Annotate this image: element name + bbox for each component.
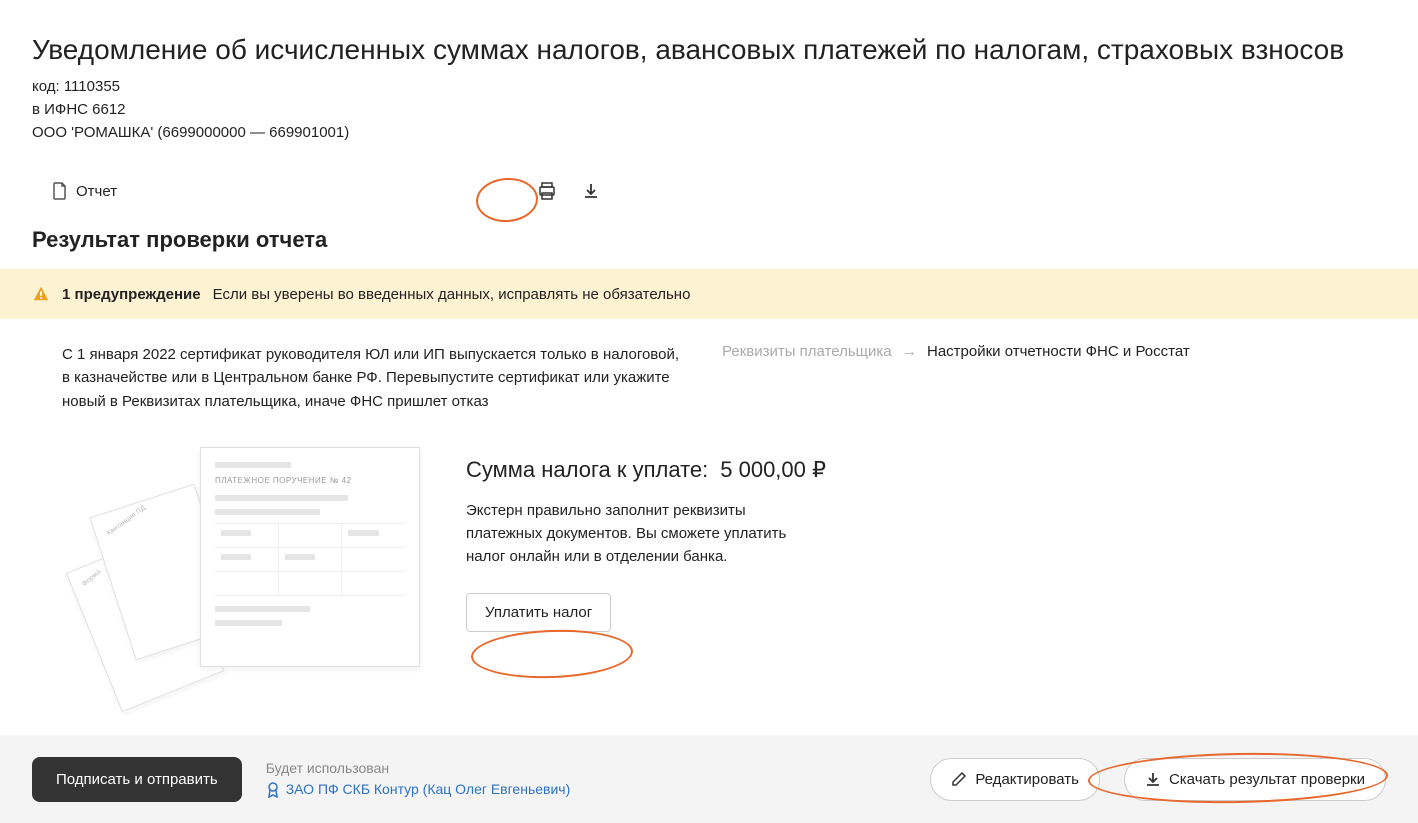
doc-illustration-title: ПЛАТЕЖНОЕ ПОРУЧЕНИЕ № 42 [215,476,405,485]
section-title: Результат проверки отчета [0,227,1418,269]
warning-count: 1 предупреждение [62,286,201,303]
page-title: Уведомление об исчисленных суммах налого… [32,34,1386,66]
page-header: Уведомление об исчисленных суммах налого… [0,0,1418,167]
print-button[interactable] [531,175,563,207]
certificate-block: Будет использован ЗАО ПФ СКБ Контур (Кац… [266,758,571,800]
submit-button[interactable]: Подписать и отправить [32,757,242,802]
download-button[interactable] [575,175,607,207]
payment-description: Экстерн правильно заполнит реквизиты пла… [466,499,806,569]
certificate-icon [266,782,280,798]
report-label: Отчет [76,183,117,200]
payment-amount: 5 000,00 ₽ [720,457,826,483]
download-result-button[interactable]: Скачать результат проверки [1124,758,1386,801]
certificate-label: Будет использован [266,758,571,779]
documents-illustration: Форма Квитанция ПД ПЛАТЕЖНОЕ ПОРУЧЕНИЕ №… [80,447,440,667]
dest-line: в ИФНС 6612 [32,101,1386,118]
org-line: ООО 'РОМАШКА' (6699000000 — 669901001) [32,124,1386,141]
code-line: код: 1110355 [32,78,1386,95]
download-icon [582,182,600,200]
payment-label: Сумма налога к уплате: [466,457,708,483]
info-text: С 1 января 2022 сертификат руководителя … [62,343,682,413]
breadcrumb: Реквизиты плательщика → Настройки отчетн… [722,343,1190,413]
print-icon [537,181,557,201]
payment-section: Форма Квитанция ПД ПЛАТЕЖНОЕ ПОРУЧЕНИЕ №… [0,437,1418,677]
report-link[interactable]: Отчет [52,182,117,200]
edit-button[interactable]: Редактировать [930,758,1100,801]
pay-tax-button[interactable]: Уплатить налог [466,593,611,632]
pencil-icon [951,771,967,787]
warning-icon [32,285,50,303]
warning-bar: 1 предупреждение Если вы уверены во введ… [0,269,1418,319]
certificate-link[interactable]: ЗАО ПФ СКБ Контур (Кац Олег Евгеньевич) [266,779,571,800]
toolbar: Отчет [0,167,1418,227]
footer-bar: Подписать и отправить Будет использован … [0,735,1418,823]
breadcrumb-current[interactable]: Настройки отчетности ФНС и Росстат [927,343,1190,360]
document-icon [52,182,68,200]
info-row: С 1 января 2022 сертификат руководителя … [0,319,1418,437]
breadcrumb-parent[interactable]: Реквизиты плательщика [722,343,892,360]
warning-text: Если вы уверены во введенных данных, исп… [213,286,691,303]
chevron-right-icon: → [902,343,917,360]
download-icon [1145,771,1161,787]
